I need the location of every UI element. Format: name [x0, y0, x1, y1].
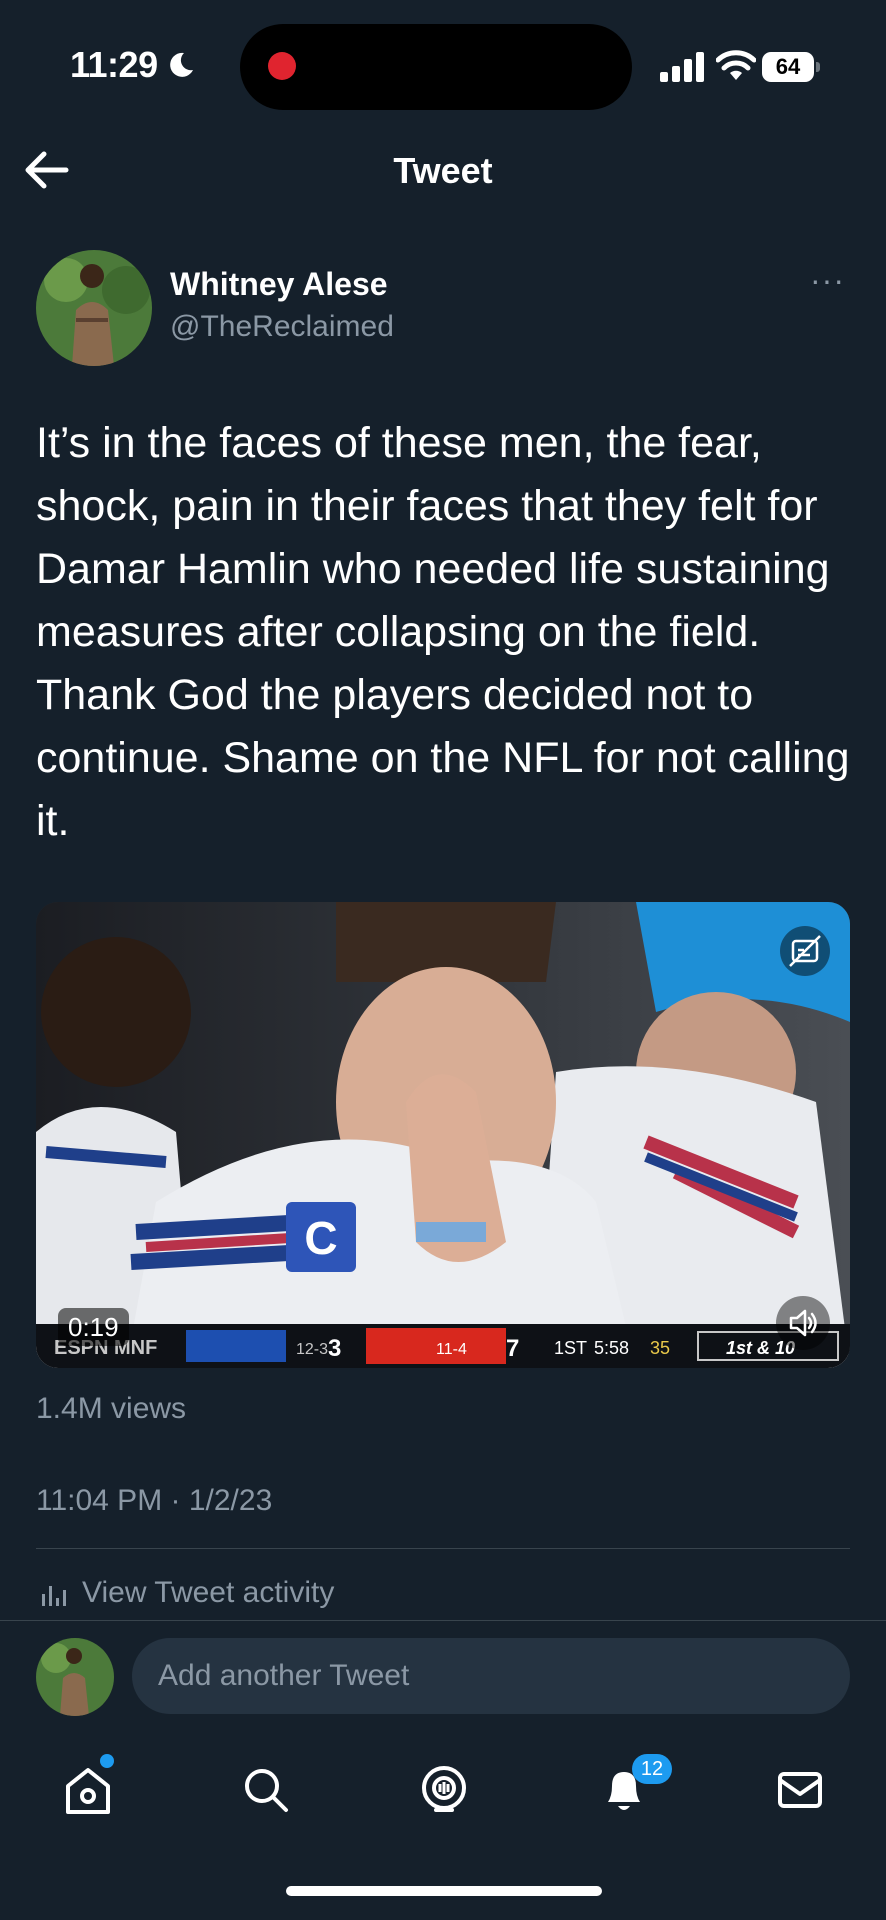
scorebug-team2-record: 11-4 [436, 1341, 467, 1358]
view-count: 1.4M views [36, 1392, 187, 1425]
speaker-icon [789, 1309, 817, 1337]
author-name[interactable]: Whitney Alese [170, 266, 388, 303]
video-player[interactable]: C ESPN MNF 12-3 3 11-4 7 1ST 5:58 35 1st… [36, 902, 850, 1368]
reply-input[interactable] [132, 1638, 850, 1714]
tweet-text: It’s in the faces of these men, the fear… [36, 419, 850, 845]
nav-home[interactable] [60, 1762, 116, 1818]
divider [36, 1548, 850, 1549]
cellular-signal-icon [660, 52, 704, 82]
scorebug-quarter: 1ST [554, 1338, 587, 1358]
battery-level: 64 [762, 52, 814, 82]
status-time: 11:29 [70, 44, 158, 85]
analytics-icon[interactable] [40, 1580, 68, 1608]
moon-icon [170, 52, 193, 77]
page-title: Tweet [393, 150, 493, 191]
divider [0, 1620, 886, 1621]
scorebug-team1-record: 12-3 [296, 1341, 328, 1358]
wifi-icon [716, 50, 756, 80]
video-duration: 0:19 [58, 1308, 129, 1346]
video-frame: C ESPN MNF 12-3 3 11-4 7 1ST 5:58 35 1st… [36, 902, 850, 1368]
scorebug-play-clock: 35 [650, 1338, 670, 1358]
home-new-indicator [100, 1754, 114, 1768]
user-avatar[interactable] [36, 1638, 114, 1716]
author-avatar[interactable] [36, 250, 152, 366]
tweet-timestamp: 11:04 PM · 1/2/23 [36, 1484, 273, 1517]
author-handle[interactable]: @TheReclaimed [170, 310, 394, 344]
envelope-icon [778, 1772, 822, 1808]
notification-badge: 12 [632, 1754, 672, 1784]
nav-messages[interactable] [772, 1762, 828, 1818]
view-tweet-activity-link[interactable]: View Tweet activity [82, 1576, 334, 1610]
sound-toggle-button[interactable] [776, 1296, 830, 1350]
more-options-icon[interactable]: ··· [810, 264, 850, 300]
dynamic-island [240, 24, 632, 110]
nav-spaces[interactable] [416, 1762, 472, 1818]
spaces-icon [422, 1766, 466, 1812]
svg-text:C: C [304, 1212, 337, 1264]
scorebug-team1-score: 3 [328, 1335, 341, 1362]
home-icon [66, 1768, 110, 1814]
captions-icon [789, 935, 821, 967]
captions-button[interactable] [780, 926, 830, 976]
nav-search[interactable] [238, 1762, 294, 1818]
home-indicator [286, 1886, 602, 1896]
scorebug-team2-score: 7 [506, 1335, 519, 1362]
scorebug-clock: 5:58 [594, 1338, 629, 1358]
battery-indicator: 64 [762, 52, 822, 82]
recording-indicator [268, 52, 296, 80]
search-icon [245, 1769, 288, 1812]
